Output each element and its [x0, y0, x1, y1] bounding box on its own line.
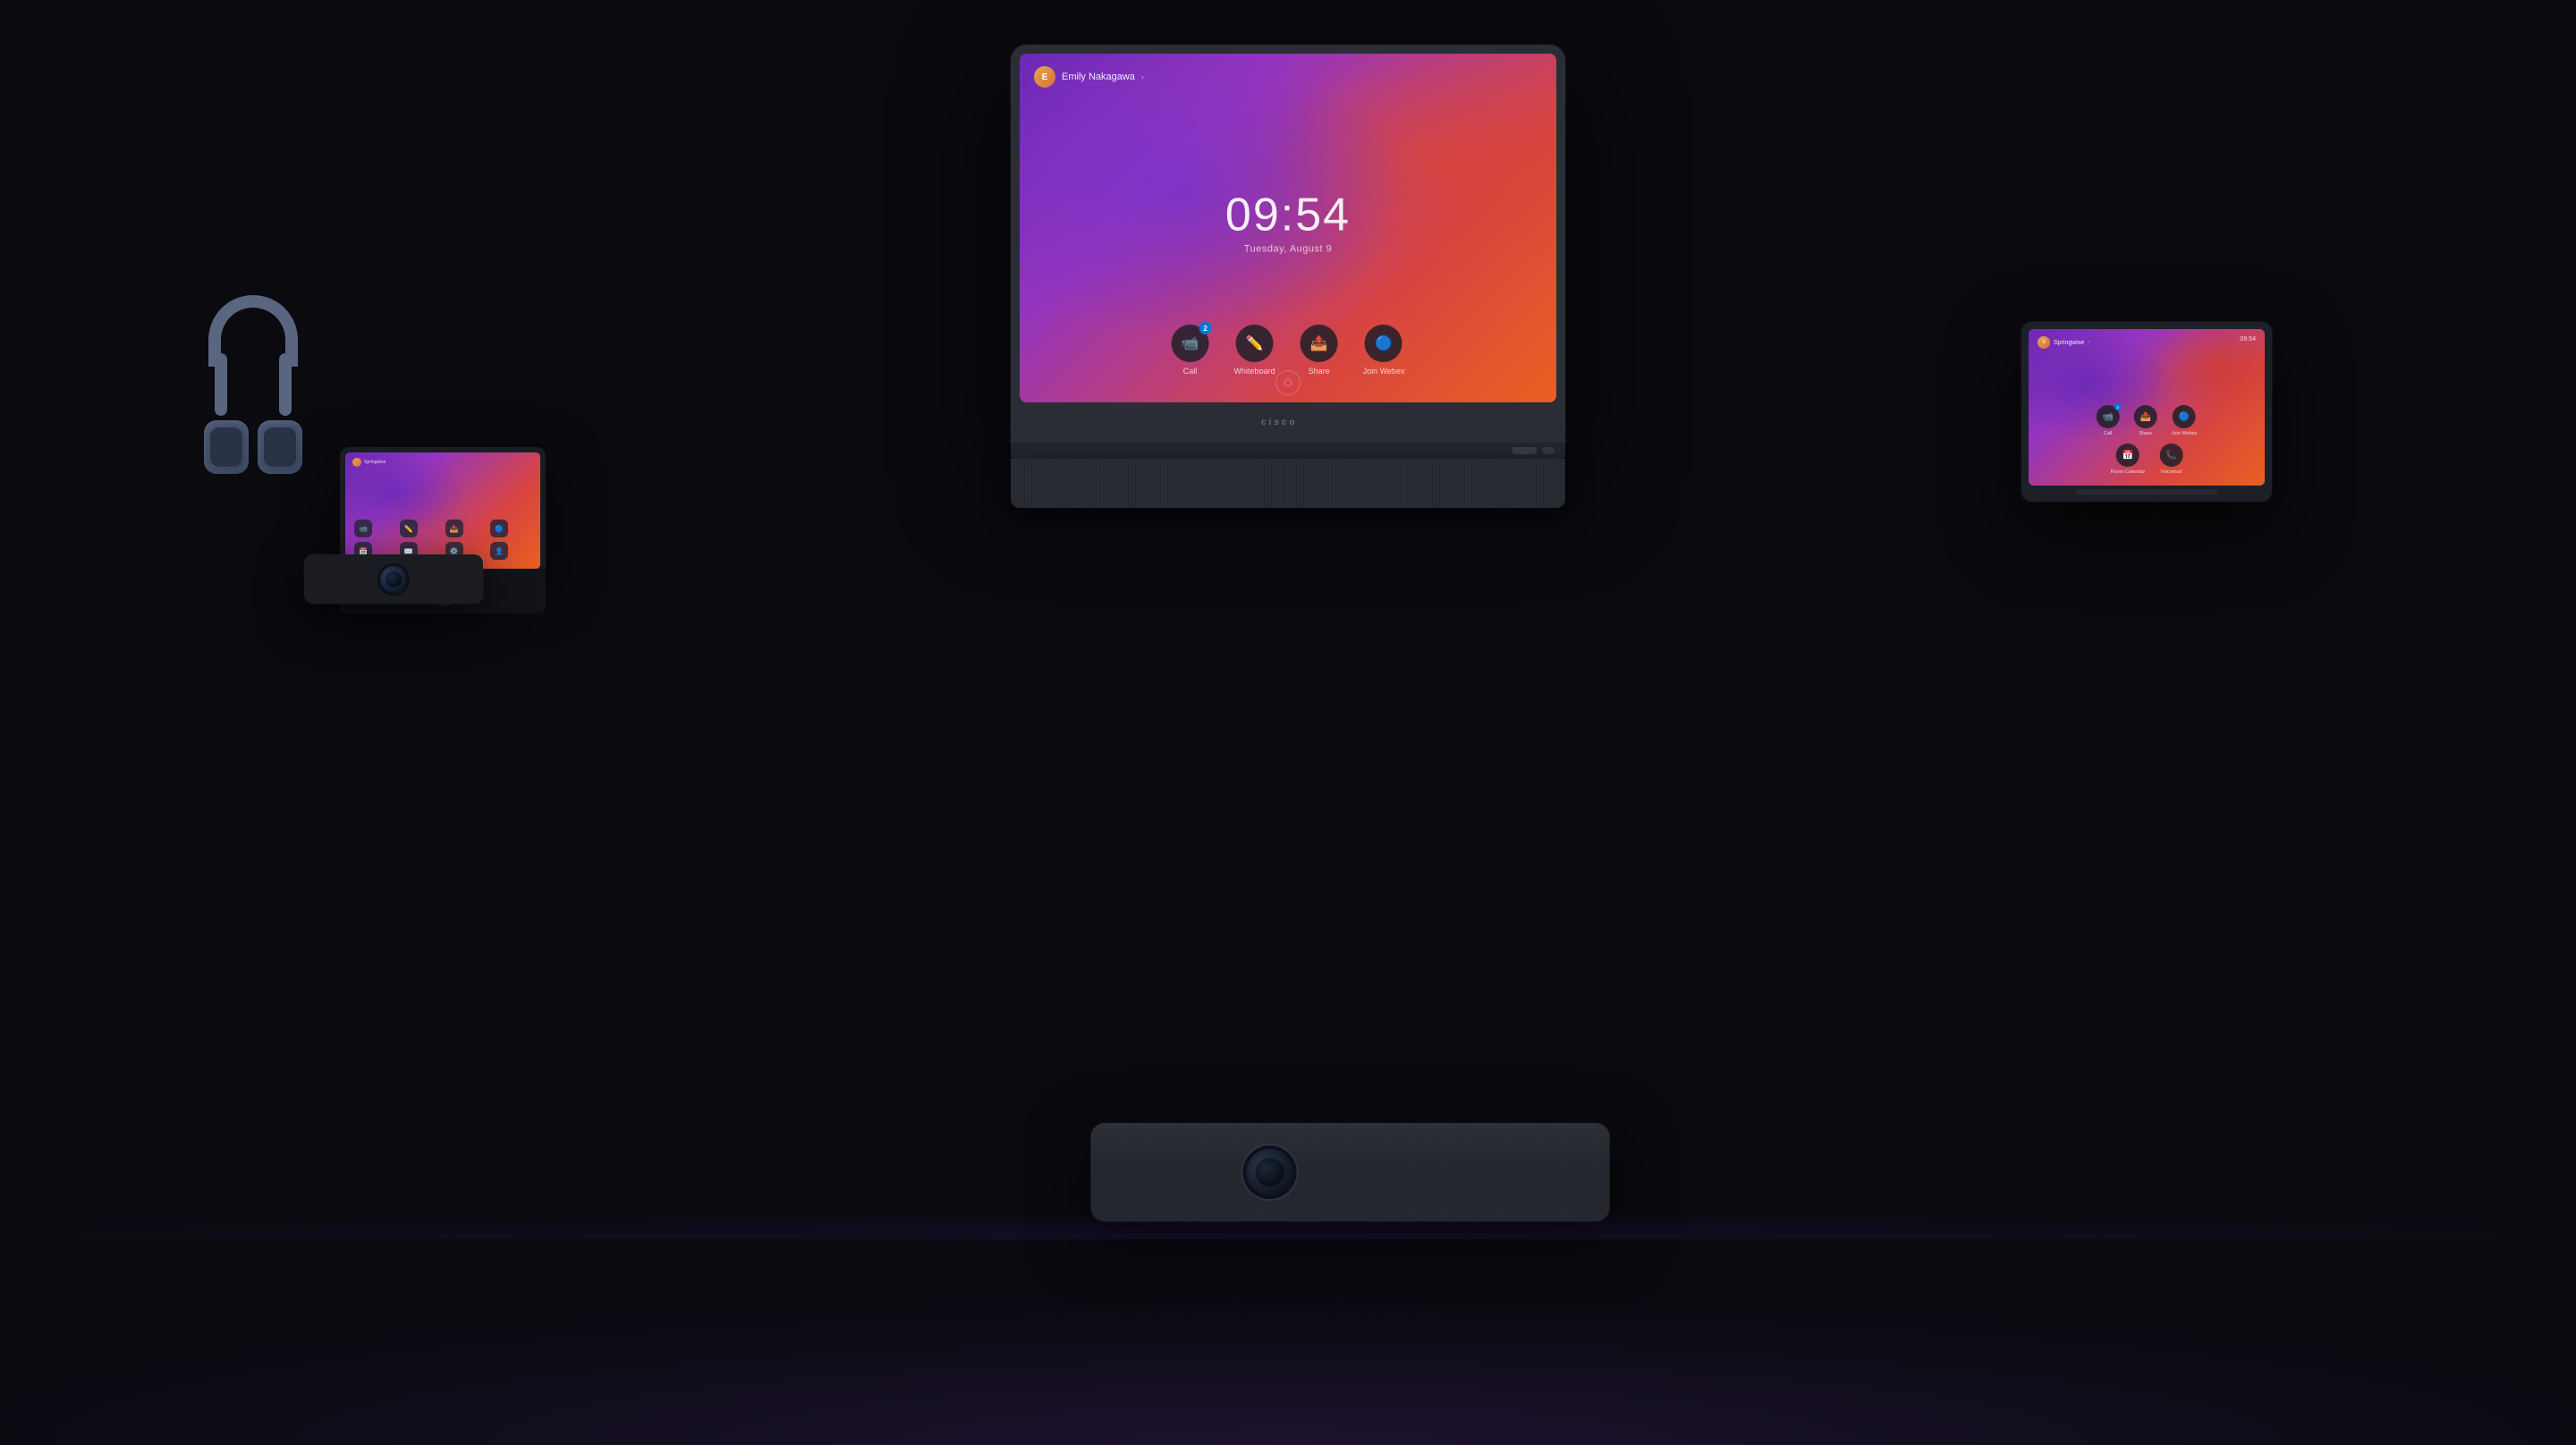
- webcam-body: [304, 554, 483, 604]
- share-button[interactable]: 📤: [1301, 325, 1338, 362]
- screen-user-bar[interactable]: E Emily Nakagawa ›: [1034, 66, 1144, 88]
- headphone-cup-inner: [210, 427, 242, 467]
- desk-hub-avatar: [352, 458, 361, 467]
- call-button[interactable]: 📹 2: [1172, 325, 1209, 362]
- tablet-call-label: Call: [2104, 431, 2112, 436]
- headphone-right-cup: [258, 420, 302, 474]
- user-avatar: E: [1034, 66, 1055, 88]
- monitor-screen: E Emily Nakagawa › 09:54 Tuesday, August…: [1020, 54, 1556, 402]
- tablet-voicemail-button[interactable]: 📞: [2159, 444, 2182, 467]
- tablet-calendar-label: Room Calendar: [2111, 469, 2146, 475]
- webex-icon: 🔵: [1375, 334, 1393, 352]
- hub-app-share[interactable]: 📤: [445, 520, 463, 537]
- home-button[interactable]: [1275, 370, 1301, 395]
- screen-time-display: 09:54 Tuesday, August 9: [1225, 191, 1351, 254]
- join-webex-label: Join Webex: [1363, 367, 1405, 376]
- tablet-screen: S Springwise › 09:54 📹 2 Call: [2029, 329, 2265, 486]
- whiteboard-button[interactable]: ✏️: [1236, 325, 1274, 362]
- tablet-chevron: ›: [2088, 340, 2089, 345]
- cisco-logo: cisco: [1261, 414, 1315, 431]
- hub-app-whiteboard[interactable]: ✏️: [400, 520, 418, 537]
- main-monitor: E Emily Nakagawa › 09:54 Tuesday, August…: [1011, 45, 1565, 508]
- tablet-share-label: Share: [2139, 431, 2152, 436]
- tablet-avatar: S: [2038, 336, 2050, 349]
- user-chevron: ›: [1141, 72, 1144, 81]
- tablet-actions-row1: 📹 2 Call 📤 Share 🔵: [2097, 405, 2198, 436]
- tablet-webex-label: Join Webex: [2172, 431, 2198, 436]
- tablet-actions-row2: 📅 Room Calendar 📞 Voicemail: [2097, 444, 2198, 475]
- monitor-outer: E Emily Nakagawa › 09:54 Tuesday, August…: [1011, 45, 1565, 443]
- tablet-call-button[interactable]: 📹 2: [2097, 405, 2120, 428]
- clock-date: Tuesday, August 9: [1225, 243, 1351, 254]
- call-badge: 2: [1199, 322, 1212, 334]
- svg-text:cisco: cisco: [1261, 418, 1298, 427]
- monitor-base-indicator: [1512, 447, 1537, 454]
- home-icon: [1284, 378, 1292, 387]
- tablet-user-bar[interactable]: S Springwise ›: [2038, 336, 2089, 349]
- tablet-speaker-bar: [2076, 489, 2217, 494]
- tablet-right: S Springwise › 09:54 📹 2 Call: [2021, 322, 2272, 502]
- headphone-left-arm: [215, 353, 227, 416]
- headphone-right-arm: [279, 353, 292, 416]
- tablet-share-icon: 📤: [2140, 412, 2150, 422]
- action-share[interactable]: 📤 Share: [1301, 325, 1338, 376]
- tablet-share-button[interactable]: 📤: [2134, 405, 2157, 428]
- cisco-wordmark: cisco: [1261, 414, 1315, 428]
- call-icon: 📹: [1182, 334, 1199, 352]
- share-icon: 📤: [1310, 334, 1328, 352]
- hub-app-call[interactable]: 📹: [354, 520, 372, 537]
- screen-actions: 📹 2 Call ✏️ Whiteboard 📤: [1172, 325, 1405, 376]
- tablet-action-webex[interactable]: 🔵 Join Webex: [2172, 405, 2198, 436]
- tablet-calendar-button[interactable]: 📅: [2116, 444, 2140, 467]
- monitor-speaker-grille: [1011, 459, 1565, 508]
- tablet-voicemail-label: Voicemail: [2160, 469, 2182, 475]
- desk-hub-user-name: Springwise: [364, 460, 386, 465]
- hub-app-user[interactable]: 👤: [490, 542, 508, 560]
- tablet-time: 09:54: [2240, 336, 2256, 342]
- action-whiteboard[interactable]: ✏️ Whiteboard: [1234, 325, 1275, 376]
- desk-hub-screen: Springwise 📹 ✏️ 📤 🔵 📅 ✉️ ⚙️ 👤: [345, 452, 540, 569]
- tablet-user-name: Springwise: [2054, 340, 2084, 346]
- tablet-call-icon: 📹: [2102, 412, 2113, 422]
- hub-app-webex[interactable]: 🔵: [490, 520, 508, 537]
- tablet-action-call[interactable]: 📹 2 Call: [2097, 405, 2120, 436]
- tablet-action-share[interactable]: 📤 Share: [2134, 405, 2157, 436]
- join-webex-button[interactable]: 🔵: [1365, 325, 1402, 362]
- tablet-outer: S Springwise › 09:54 📹 2 Call: [2021, 322, 2272, 502]
- user-name: Emily Nakagawa: [1062, 72, 1135, 82]
- tablet-webex-button[interactable]: 🔵: [2173, 405, 2196, 428]
- whiteboard-icon: ✏️: [1246, 334, 1264, 352]
- monitor-base-button: [1542, 447, 1555, 454]
- desk-hub-stand: Springwise 📹 ✏️ 📤 🔵 📅 ✉️ ⚙️ 👤: [340, 447, 546, 569]
- monitor-base: [1011, 443, 1565, 459]
- clock-time: 09:54: [1225, 191, 1351, 238]
- monitor-chin: cisco: [1020, 402, 1556, 443]
- whiteboard-label: Whiteboard: [1234, 367, 1275, 376]
- tablet-voicemail-icon: 📞: [2165, 451, 2176, 461]
- headphone-left-cup: [204, 420, 249, 474]
- action-call[interactable]: 📹 2 Call: [1172, 325, 1209, 376]
- tablet-actions: 📹 2 Call 📤 Share 🔵: [2097, 405, 2198, 475]
- tablet-calendar-icon: 📅: [2123, 451, 2133, 461]
- tablet-webex-icon: 🔵: [2179, 412, 2190, 422]
- headphones: [195, 295, 311, 492]
- tablet-action-calendar[interactable]: 📅 Room Calendar: [2111, 444, 2146, 475]
- call-label: Call: [1183, 367, 1198, 376]
- action-join-webex[interactable]: 🔵 Join Webex: [1363, 325, 1405, 376]
- tablet-call-badge: 2: [2114, 403, 2122, 410]
- device-shadows: [0, 1186, 2576, 1239]
- desk-hub-user-bar: Springwise: [352, 458, 386, 467]
- webcam: [304, 554, 483, 604]
- tablet-action-voicemail[interactable]: 📞 Voicemail: [2159, 444, 2182, 475]
- webcam-lens: [377, 563, 410, 596]
- headphone-cup-inner-right: [264, 427, 296, 467]
- share-label: Share: [1309, 367, 1330, 376]
- webcam-lens-inner: [386, 571, 402, 587]
